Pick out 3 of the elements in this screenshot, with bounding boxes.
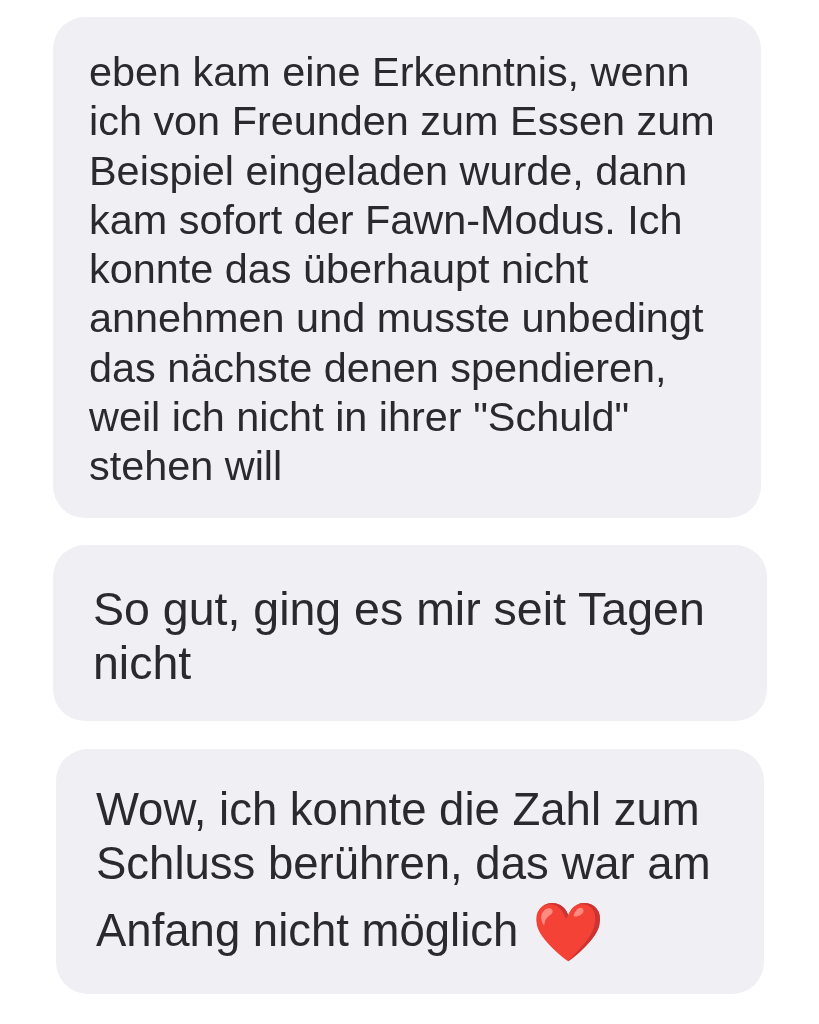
message-text: eben kam eine Erkenntnis, wenn ich von Freunden zum Essen zum Beispiel eingeladen wurde, dann kam sofort der Fawn-Modus. Ich konnte das überhaupt nicht annehmen und musste unbedingt das nächste denen spendieren, weil ich nicht in ihrer "Schuld" stehen will [89,48,716,491]
message-text: Wow, ich konnte die Zahl zum Schluss berühren, das war am Anfang nicht möglich ❤ [96,783,712,962]
message-text: So gut, ging es mir seit Tagen nicht [93,582,706,691]
